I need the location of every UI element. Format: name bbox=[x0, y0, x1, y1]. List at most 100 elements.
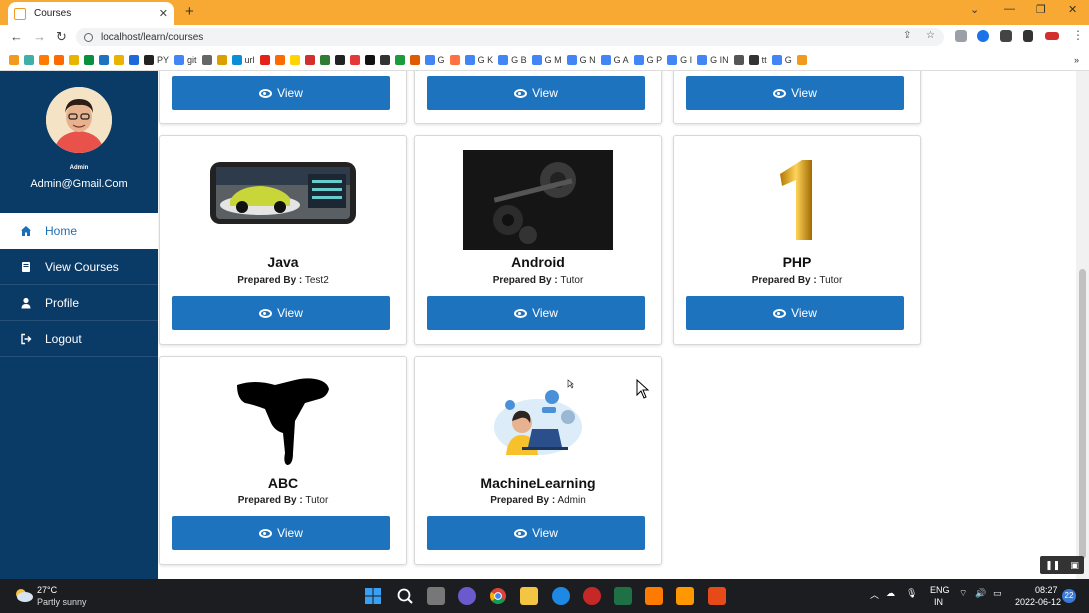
search-icon[interactable] bbox=[396, 587, 414, 605]
excel-icon[interactable] bbox=[614, 587, 632, 605]
file-explorer-icon[interactable] bbox=[520, 587, 538, 605]
task-view-icon[interactable] bbox=[427, 587, 445, 605]
bookmark-item[interactable] bbox=[216, 54, 227, 65]
url-input[interactable]: localhost/learn/courses bbox=[76, 28, 944, 46]
extension-icon[interactable] bbox=[955, 30, 967, 42]
bookmark-item[interactable]: git bbox=[174, 54, 197, 65]
bookmark-item[interactable] bbox=[289, 54, 300, 65]
bookmark-item[interactable] bbox=[84, 54, 94, 65]
bookmark-item[interactable]: G IN bbox=[697, 54, 729, 65]
minimize-icon[interactable]: — bbox=[1004, 3, 1015, 15]
microphone-icon[interactable]: 🎙 bbox=[906, 588, 917, 599]
teams-chat-icon[interactable] bbox=[458, 587, 476, 605]
extension-icon[interactable] bbox=[977, 30, 989, 42]
language-top[interactable]: ENG bbox=[930, 585, 950, 595]
edge-icon[interactable] bbox=[552, 587, 570, 605]
view-button[interactable]: View bbox=[427, 296, 645, 330]
windows-start-icon[interactable] bbox=[364, 587, 382, 605]
bookmark-item[interactable]: G M bbox=[531, 54, 562, 65]
view-button[interactable]: View bbox=[172, 76, 390, 110]
app-icon[interactable] bbox=[583, 587, 601, 605]
restore-icon[interactable]: ❐ bbox=[1036, 3, 1046, 16]
back-icon[interactable]: ← bbox=[10, 29, 23, 44]
view-button[interactable]: View bbox=[172, 296, 390, 330]
tab-search-icon[interactable]: ⌄ bbox=[970, 3, 979, 16]
bookmark-item[interactable]: G A bbox=[600, 54, 629, 65]
page-scrollbar[interactable] bbox=[1076, 71, 1089, 579]
forward-icon[interactable]: → bbox=[33, 29, 46, 44]
bookmark-item[interactable] bbox=[274, 54, 285, 65]
menu-kebab-icon[interactable]: ⋮ bbox=[1072, 28, 1084, 42]
view-button[interactable]: View bbox=[427, 516, 645, 550]
picture-in-picture-icon[interactable]: ▣ bbox=[1070, 560, 1079, 571]
sidebar-item-home[interactable]: Home bbox=[0, 213, 158, 249]
share-icon[interactable]: ⇪ bbox=[903, 30, 911, 41]
bookmark-item[interactable]: G bbox=[424, 54, 445, 65]
bookmark-item[interactable]: G K bbox=[464, 54, 493, 65]
bookmark-item[interactable] bbox=[349, 54, 360, 65]
bookmark-item[interactable]: G B bbox=[498, 54, 527, 65]
bookmark-item[interactable] bbox=[733, 54, 744, 65]
bookmark-item[interactable]: G P bbox=[633, 54, 662, 65]
view-button[interactable]: View bbox=[686, 76, 904, 110]
battery-icon[interactable]: ▭ bbox=[993, 588, 1002, 599]
xampp-icon[interactable] bbox=[645, 587, 663, 605]
site-info-icon[interactable] bbox=[84, 32, 93, 42]
extensions-puzzle-icon[interactable] bbox=[1000, 30, 1012, 42]
weather-cloud-icon[interactable] bbox=[14, 588, 34, 602]
bookmark-item[interactable]: G N bbox=[566, 54, 596, 65]
bookmark-item[interactable] bbox=[304, 54, 315, 65]
more-bookmarks-icon[interactable]: » bbox=[1074, 55, 1079, 65]
bookmark-item[interactable] bbox=[319, 54, 330, 65]
bookmark-item[interactable] bbox=[394, 54, 405, 65]
view-button[interactable]: View bbox=[172, 516, 390, 550]
bookmark-item[interactable] bbox=[129, 54, 139, 65]
scrollbar-thumb[interactable] bbox=[1079, 269, 1086, 559]
bookmark-item[interactable] bbox=[334, 54, 345, 65]
bookmark-item[interactable] bbox=[364, 54, 375, 65]
bookmark-star-icon[interactable]: ☆ bbox=[926, 30, 935, 41]
view-button[interactable]: View bbox=[427, 76, 645, 110]
notification-badge[interactable]: 22 bbox=[1062, 589, 1076, 603]
bookmark-item[interactable] bbox=[449, 54, 460, 65]
sidebar-item-view-courses[interactable]: View Courses bbox=[0, 249, 158, 285]
reload-icon[interactable]: ↻ bbox=[56, 29, 67, 45]
tab-courses[interactable]: Courses ✕ bbox=[8, 2, 174, 25]
chrome-icon[interactable] bbox=[489, 587, 507, 605]
tray-chevron-icon[interactable]: ︿ bbox=[870, 588, 879, 601]
bookmark-item[interactable] bbox=[379, 54, 390, 65]
bookmark-item[interactable] bbox=[9, 54, 19, 65]
clock-date[interactable]: 2022-06-12 bbox=[1015, 597, 1061, 607]
bookmark-item[interactable]: tt bbox=[748, 54, 767, 65]
bookmark-item[interactable] bbox=[54, 54, 64, 65]
language-bottom[interactable]: IN bbox=[934, 597, 943, 607]
tab-close-icon[interactable]: ✕ bbox=[159, 7, 168, 20]
bookmark-item[interactable] bbox=[24, 54, 34, 65]
wifi-icon[interactable]: ⌔ bbox=[959, 588, 967, 599]
sublime-icon[interactable] bbox=[676, 587, 694, 605]
new-tab-button[interactable]: + bbox=[185, 3, 194, 20]
sidebar-item-logout[interactable]: Logout bbox=[0, 321, 158, 357]
onedrive-icon[interactable]: ☁ bbox=[886, 588, 895, 599]
extension-icon[interactable] bbox=[1045, 32, 1059, 40]
bookmark-item[interactable]: PY bbox=[144, 54, 169, 65]
app-icon[interactable] bbox=[708, 587, 726, 605]
bookmark-item[interactable] bbox=[796, 54, 807, 65]
pause-icon[interactable]: ❚❚ bbox=[1045, 560, 1060, 571]
bookmark-item[interactable] bbox=[201, 54, 212, 65]
view-button[interactable]: View bbox=[686, 296, 904, 330]
sidebar-item-profile[interactable]: Profile bbox=[0, 285, 158, 321]
bookmark-item[interactable] bbox=[69, 54, 79, 65]
bookmark-item[interactable] bbox=[99, 54, 109, 65]
bookmark-item[interactable] bbox=[409, 54, 420, 65]
bookmark-item[interactable] bbox=[259, 54, 270, 65]
close-window-icon[interactable]: ✕ bbox=[1068, 3, 1077, 16]
volume-icon[interactable]: 🔊 bbox=[975, 588, 986, 599]
clock-time[interactable]: 08:27 bbox=[1035, 585, 1058, 595]
bookmark-item[interactable]: G I bbox=[667, 54, 692, 65]
bookmark-item[interactable] bbox=[39, 54, 49, 65]
bookmark-item[interactable]: url bbox=[231, 54, 255, 65]
bookmark-item[interactable]: G bbox=[771, 54, 792, 65]
side-panel-icon[interactable] bbox=[1023, 30, 1033, 42]
bookmark-item[interactable] bbox=[114, 54, 124, 65]
